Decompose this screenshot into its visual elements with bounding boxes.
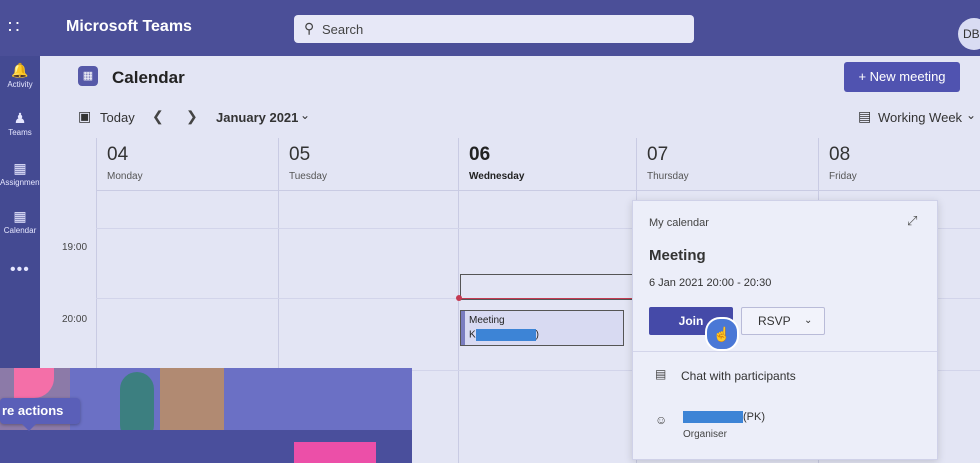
- chevron-down-icon: ⌄: [804, 315, 813, 326]
- event-hover-outline: [460, 274, 640, 300]
- expand-icon[interactable]: ⤢: [907, 213, 917, 229]
- tooltip-arrow: [22, 424, 36, 431]
- rail-item-teams[interactable]: ♟ Teams: [0, 110, 40, 137]
- event-organiser: K): [469, 329, 540, 341]
- meeting-title: Meeting: [649, 247, 706, 264]
- app-launcher-icon[interactable]: ∷: [8, 16, 30, 38]
- search-input[interactable]: ⚲ Search: [294, 15, 694, 43]
- rail-item-assignments[interactable]: ▦ Assignments: [0, 160, 46, 187]
- hand-cursor-icon: ☝: [705, 317, 739, 351]
- day-name: Friday: [829, 171, 857, 182]
- chevron-right-icon[interactable]: ❯: [186, 108, 198, 125]
- search-placeholder: Search: [322, 22, 364, 37]
- day-name: Tuesday: [289, 171, 327, 182]
- meeting-details-card: My calendar ⤢ Meeting 6 Jan 2021 20:00 -…: [632, 200, 938, 460]
- event-title: Meeting: [469, 315, 505, 326]
- teams-icon: ♟: [13, 110, 27, 126]
- calendar-name: My calendar: [649, 217, 709, 229]
- day-number: 04: [107, 144, 129, 165]
- day-column-today[interactable]: 06 Wednesday: [458, 138, 637, 463]
- top-bar: ∷ Microsoft Teams ⚲ Search DB: [0, 0, 980, 56]
- rail-item-label: Calendar: [3, 226, 37, 235]
- day-name: Wednesday: [469, 171, 525, 182]
- view-selector[interactable]: Working Week: [878, 110, 962, 125]
- divider: [633, 351, 937, 352]
- calendar-app-icon: ▦: [78, 66, 98, 86]
- header-divider: [96, 190, 980, 191]
- chevron-down-icon[interactable]: ⌄: [966, 108, 976, 122]
- rail-item-label: Activity: [7, 80, 33, 89]
- more-actions-button[interactable]: re actions: [0, 398, 80, 424]
- rail-item-label: Assignments: [0, 178, 46, 187]
- day-number: 06: [469, 144, 491, 165]
- rail-item-activity[interactable]: 🔔 Activity: [0, 62, 40, 89]
- bell-icon: 🔔: [11, 62, 29, 78]
- rsvp-dropdown[interactable]: RSVP ⌄: [741, 307, 825, 335]
- meeting-window-overlay: re actions: [0, 368, 412, 463]
- calendar-view-icon: ▤: [858, 108, 872, 124]
- search-icon: ⚲: [304, 20, 315, 36]
- redaction-box: [683, 411, 743, 424]
- redaction-box: [475, 329, 536, 341]
- current-time-line: [459, 298, 635, 299]
- day-name: Thursday: [647, 171, 689, 182]
- day-number: 07: [647, 144, 669, 165]
- organiser-name: (PK): [683, 411, 765, 424]
- avatar[interactable]: DB: [958, 18, 980, 50]
- current-time-dot: [456, 295, 462, 301]
- decorative-shape: [294, 442, 376, 463]
- today-icon: ▣: [78, 108, 92, 124]
- today-button[interactable]: Today: [100, 110, 135, 125]
- month-selector[interactable]: January 2021: [216, 110, 298, 125]
- calendar-icon: ▦: [13, 208, 27, 224]
- meeting-event[interactable]: Meeting K): [460, 310, 624, 346]
- page-title: Calendar: [112, 68, 185, 87]
- day-name: Monday: [107, 171, 143, 182]
- calendar-toolbar: ▣ Today ❮ ❯ January 2021 ⌄ ▤ Working Wee…: [40, 108, 980, 134]
- time-label: 20:00: [62, 314, 88, 325]
- time-label: 19:00: [62, 242, 88, 253]
- more-apps-icon[interactable]: •••: [10, 261, 30, 279]
- chat-icon: ▤: [655, 367, 667, 381]
- app-title: Microsoft Teams: [66, 18, 192, 35]
- rsvp-label: RSVP: [758, 314, 791, 328]
- meeting-time: 6 Jan 2021 20:00 - 20:30: [649, 277, 772, 289]
- person-icon: ☺: [655, 413, 668, 427]
- rail-item-calendar[interactable]: ▦ Calendar: [0, 208, 40, 235]
- day-number: 05: [289, 144, 311, 165]
- day-number: 08: [829, 144, 851, 165]
- chat-with-participants-link[interactable]: Chat with participants: [681, 369, 796, 383]
- chevron-down-icon[interactable]: ⌄: [300, 108, 310, 122]
- backpack-icon: ▦: [13, 160, 27, 176]
- chevron-left-icon[interactable]: ❮: [152, 108, 164, 125]
- organiser-role: Organiser: [683, 429, 727, 440]
- rail-item-label: Teams: [8, 128, 32, 137]
- event-stripe: [461, 311, 465, 345]
- new-meeting-button[interactable]: + New meeting: [844, 62, 960, 92]
